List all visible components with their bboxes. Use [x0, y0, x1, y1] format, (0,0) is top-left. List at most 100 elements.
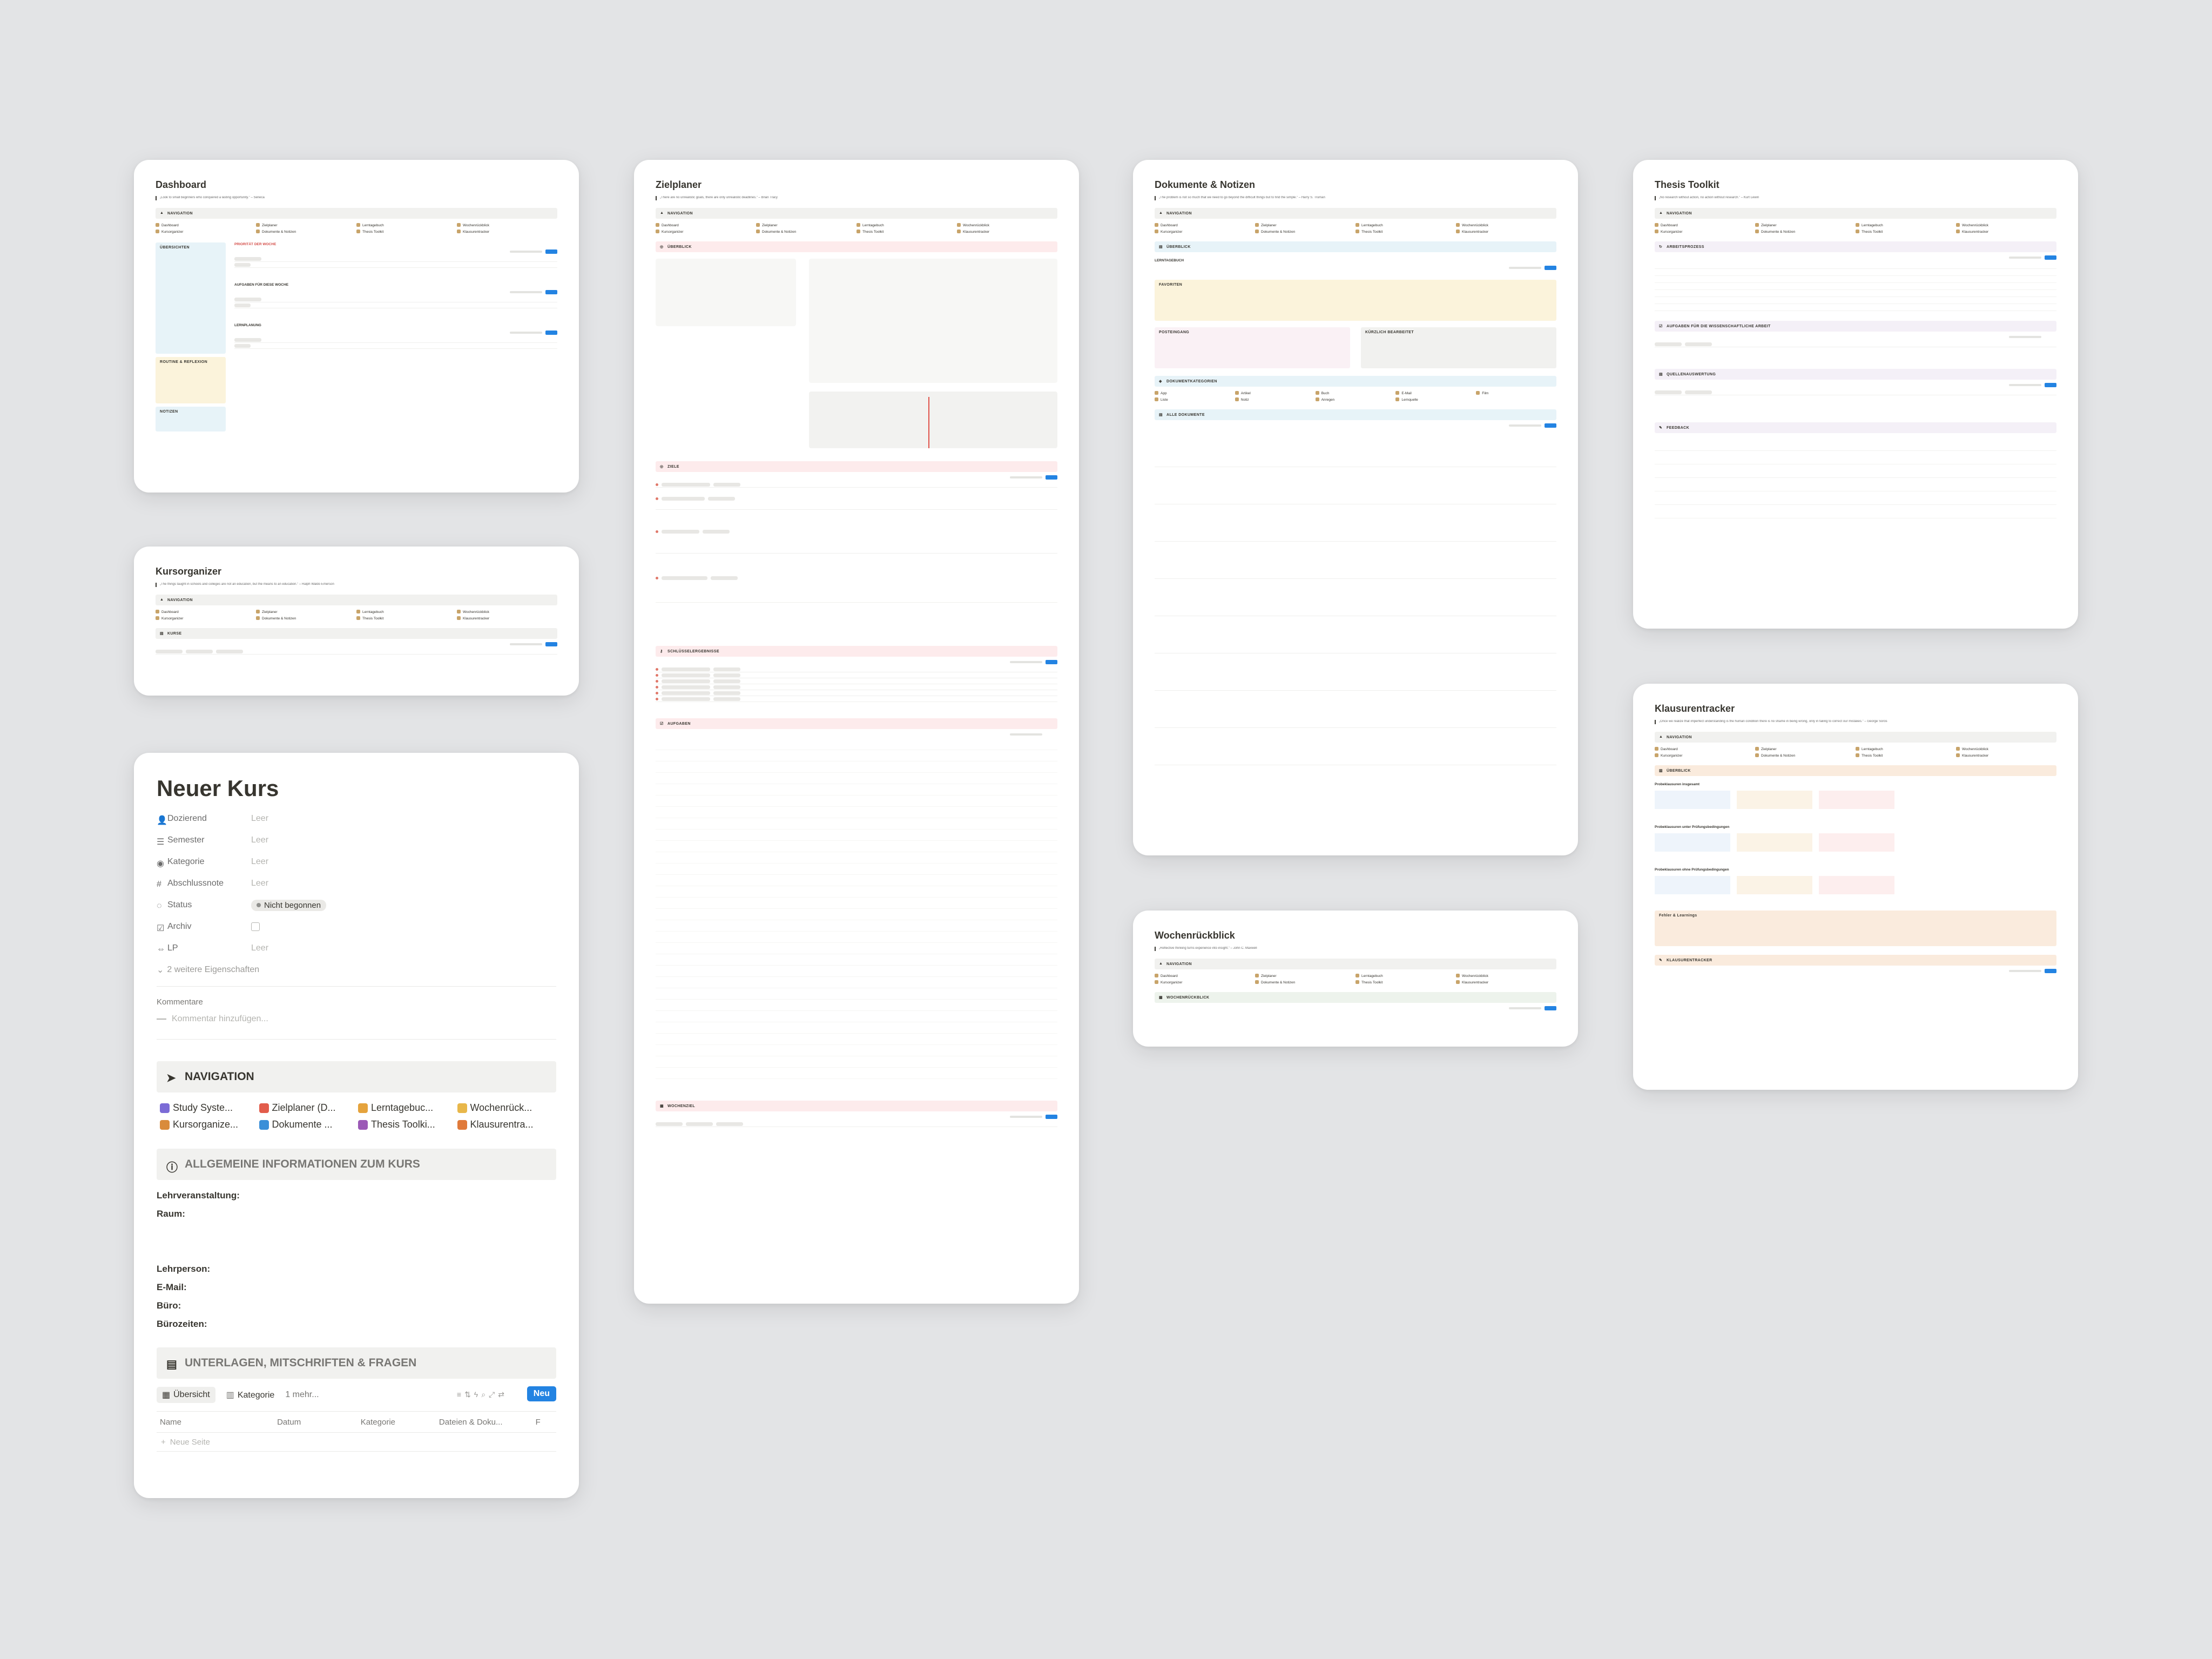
table-row[interactable] — [656, 672, 1057, 678]
nav-link-wochenrueckblick[interactable]: Wochenrück... — [457, 1102, 557, 1114]
nav-link[interactable]: Wochenrückblick — [1456, 223, 1556, 227]
new-page-row[interactable]: + Neue Seite — [157, 1433, 556, 1452]
nav-link[interactable]: Lerntagebuch — [1856, 223, 1956, 227]
tab-more[interactable]: 1 mehr... — [285, 1390, 319, 1400]
nav-link[interactable]: Klausurentracker — [457, 616, 557, 621]
nav-link[interactable]: Dashboard — [1155, 223, 1255, 227]
navigation-links[interactable]: Dashboard Zielplaner Lerntagebuch Wochen… — [1155, 974, 1556, 984]
navigation-links[interactable]: Dashboard Zielplaner Lerntagebuch Wochen… — [1655, 223, 2056, 234]
table-row[interactable] — [656, 690, 1057, 696]
tab-category[interactable]: ▥ Kategorie — [226, 1390, 275, 1400]
db-controls[interactable] — [1155, 423, 1556, 430]
nav-link-klausurentracker[interactable]: Klausurentra... — [457, 1119, 557, 1130]
table-row[interactable] — [656, 488, 1057, 510]
nav-link[interactable]: Zielplaner — [256, 610, 356, 614]
property-row[interactable]: ☑ Archiv — [157, 916, 556, 938]
nav-link[interactable]: Kursorganizer — [1155, 980, 1255, 984]
nav-link[interactable]: Dokumente & Notizen — [256, 230, 356, 234]
dashboard-card[interactable]: Dashboard „Look to small beginners who c… — [134, 160, 579, 493]
navigation-links[interactable]: Dashboard Zielplaner Lerntagebuch Wochen… — [656, 223, 1057, 234]
new-button[interactable] — [1545, 1006, 1556, 1010]
new-button[interactable] — [545, 249, 557, 254]
type-link[interactable]: App — [1155, 391, 1235, 395]
table-row[interactable] — [234, 302, 557, 308]
database-tools-icons[interactable]: ≡⇅ϟ⌕⤢⇄ — [457, 1390, 508, 1399]
nav-link[interactable]: Zielplaner — [756, 223, 857, 227]
table-row[interactable] — [234, 337, 557, 343]
column-category[interactable]: Kategorie — [358, 1418, 436, 1427]
nav-link[interactable]: Klausurentracker — [1456, 230, 1556, 234]
new-button[interactable] — [2045, 383, 2056, 387]
navigation-links[interactable]: Dashboard Zielplaner Lerntagebuch Wochen… — [1655, 747, 2056, 758]
nav-link-dokumente[interactable]: Dokumente ... — [259, 1119, 359, 1130]
nav-link[interactable]: Klausurentracker — [1956, 753, 2056, 758]
inbox-block[interactable]: POSTEINGANG — [1155, 327, 1350, 368]
nav-link-zielplaner[interactable]: Zielplaner (D... — [259, 1102, 359, 1114]
new-button[interactable]: Neu — [527, 1386, 556, 1401]
db-controls[interactable] — [1155, 1006, 1556, 1013]
feedback-tables[interactable] — [1655, 437, 2056, 518]
nav-link[interactable]: Dashboard — [1155, 974, 1255, 978]
nav-link[interactable]: Kursorganizer — [656, 230, 756, 234]
new-button[interactable] — [1545, 423, 1556, 428]
table-row[interactable] — [1655, 341, 2056, 347]
table-row[interactable] — [656, 696, 1057, 702]
archive-checkbox[interactable] — [251, 922, 260, 931]
db-controls[interactable] — [656, 1115, 1057, 1121]
thesis-card[interactable]: Thesis Toolkit „No research without acti… — [1633, 160, 2078, 629]
nav-link[interactable]: Lerntagebuch — [356, 223, 457, 227]
nav-link[interactable]: Dokumente & Notizen — [1755, 753, 1856, 758]
dokumente-card[interactable]: Dokumente & Notizen „The problem is not … — [1133, 160, 1578, 855]
nav-link[interactable]: Wochenrückblick — [1956, 747, 2056, 751]
property-row[interactable]: ☰ Semester Leer — [157, 830, 556, 851]
nav-link[interactable]: Thesis Toolkit — [857, 230, 957, 234]
type-links[interactable]: App Artikel Buch E-Mail Film Liste Notiz… — [1155, 391, 1556, 402]
db-controls[interactable] — [1155, 266, 1556, 272]
nav-link[interactable]: Thesis Toolkit — [356, 230, 457, 234]
status-badge[interactable]: Nicht begonnen — [251, 899, 327, 911]
nav-link[interactable]: Thesis Toolkit — [1355, 980, 1456, 984]
nav-link[interactable]: Wochenrückblick — [957, 223, 1057, 227]
nav-link[interactable]: Wochenrückblick — [1456, 974, 1556, 978]
table-row[interactable] — [656, 482, 1057, 488]
table-row[interactable] — [656, 666, 1057, 672]
nav-link[interactable]: Wochenrückblick — [457, 223, 557, 227]
zielplaner-card[interactable]: Zielplaner „There are no unrealistic goa… — [634, 160, 1079, 1304]
nav-link[interactable]: Dokumente & Notizen — [756, 230, 857, 234]
nav-link[interactable]: Klausurentracker — [957, 230, 1057, 234]
navigation-links[interactable]: Dashboard Zielplaner Lerntagebuch Wochen… — [1155, 223, 1556, 234]
nav-link[interactable]: Lerntagebuch — [857, 223, 957, 227]
db-controls[interactable] — [234, 331, 557, 337]
nav-link[interactable]: Dokumente & Notizen — [1755, 230, 1856, 234]
type-link[interactable]: Lernquelle — [1395, 397, 1476, 402]
timeline-view[interactable] — [809, 392, 1057, 448]
nav-link[interactable]: Zielplaner — [1755, 223, 1856, 227]
db-controls[interactable] — [656, 475, 1057, 482]
nav-link[interactable]: Dashboard — [1655, 747, 1755, 751]
property-row[interactable]: ◉ Kategorie Leer — [157, 851, 556, 873]
wochenrueckblick-card[interactable]: Wochenrückblick „Reflective thinking tur… — [1133, 911, 1578, 1047]
new-button[interactable] — [1046, 475, 1057, 480]
db-controls[interactable] — [234, 290, 557, 296]
nav-link[interactable]: Wochenrückblick — [457, 610, 557, 614]
new-button[interactable] — [2045, 255, 2056, 260]
table-row[interactable] — [656, 510, 1057, 554]
nav-link[interactable]: Thesis Toolkit — [1856, 753, 1956, 758]
table-row[interactable] — [656, 554, 1057, 603]
klausurentracker-card[interactable]: Klausurentracker „Once we realize that i… — [1633, 684, 2078, 1090]
table-row[interactable] — [234, 262, 557, 268]
nav-link[interactable]: Klausurentracker — [457, 230, 557, 234]
keyresults-board[interactable] — [809, 259, 1057, 383]
type-link[interactable]: Film — [1476, 391, 1556, 395]
table-row[interactable] — [234, 256, 557, 262]
nav-link[interactable]: Wochenrückblick — [1956, 223, 2056, 227]
nav-link[interactable]: Zielplaner — [1255, 223, 1355, 227]
nav-link[interactable]: Dashboard — [156, 223, 256, 227]
more-properties[interactable]: ⌄ 2 weitere Eigenschaften — [157, 959, 556, 981]
new-button[interactable] — [1545, 266, 1556, 270]
neuer-kurs-card[interactable]: Neuer Kurs 👤 Dozierend Leer ☰ Semester Leer … — [134, 753, 579, 1498]
type-link[interactable]: E-Mail — [1395, 391, 1476, 395]
nav-link[interactable]: Dokumente & Notizen — [1255, 230, 1355, 234]
table-row[interactable] — [234, 343, 557, 349]
tab-overview[interactable]: ▦ Übersicht — [157, 1387, 215, 1403]
